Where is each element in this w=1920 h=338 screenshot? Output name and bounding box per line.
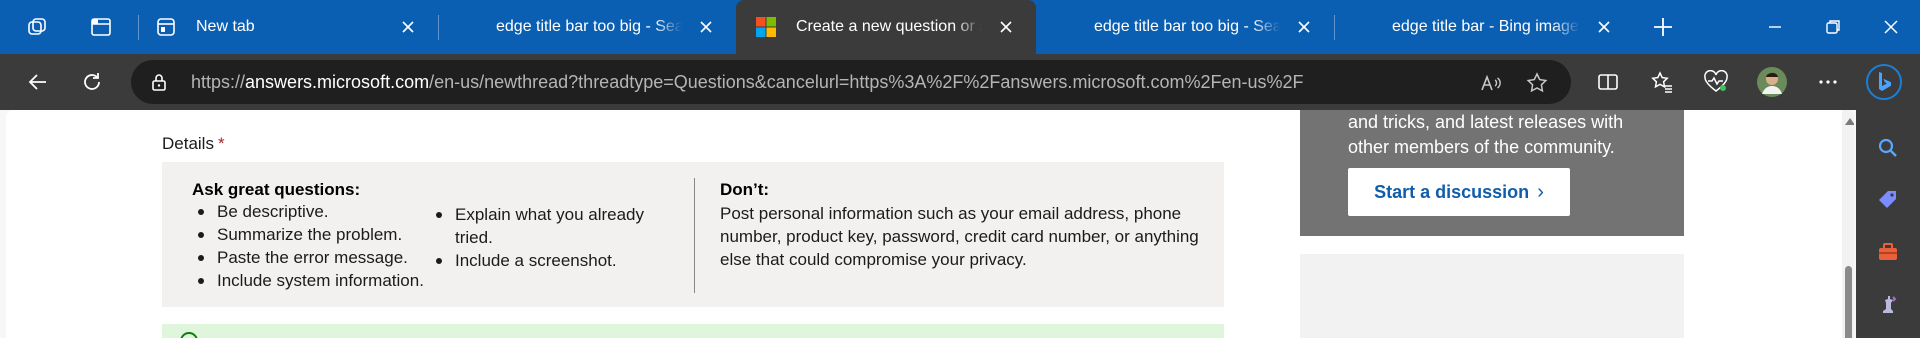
profile-avatar[interactable]: [1756, 66, 1788, 98]
tab-separator: [138, 15, 139, 40]
scroll-up-arrow-icon[interactable]: [1845, 118, 1854, 125]
microsoft-logo-icon: [756, 17, 776, 37]
tools-toolbox-icon[interactable]: [1876, 240, 1900, 264]
tab-search-1[interactable]: edge title bar too big - Search: [438, 0, 736, 54]
tab-search-2[interactable]: edge title bar too big - Search: [1036, 0, 1334, 54]
favorites-icon[interactable]: [1648, 68, 1676, 96]
ask-tips-heading: Ask great questions:: [192, 180, 361, 199]
restore-icon[interactable]: [1820, 14, 1846, 40]
address-bar[interactable]: https://answers.microsoft.com/en-us/newt…: [131, 60, 1571, 104]
url-host: answers.microsoft.com: [245, 72, 430, 92]
more-options-icon[interactable]: [1814, 68, 1842, 96]
tab-bing-images[interactable]: edge title bar - Bing images: [1334, 0, 1634, 54]
ask-tips-column: Ask great questions: Be descriptive. Sum…: [192, 180, 424, 292]
search-icon[interactable]: [1876, 136, 1900, 160]
tips-divider: [694, 178, 695, 293]
browser-essentials-icon[interactable]: [1702, 68, 1730, 96]
tab-title: edge title bar too big - Search: [1094, 18, 1280, 35]
minimize-icon[interactable]: [1762, 14, 1788, 40]
close-tab-icon[interactable]: [698, 19, 714, 35]
read-aloud-icon[interactable]: [1479, 71, 1503, 95]
ask-tips-column-2: Explain what you already tried. Include …: [430, 203, 670, 272]
split-screen-icon[interactable]: [1594, 68, 1622, 96]
url-path: /en-us/newthread?threadtype=Questions&ca…: [429, 72, 1304, 92]
tab-create-question[interactable]: Create a new question or start a discuss…: [736, 0, 1036, 54]
url-text[interactable]: https://answers.microsoft.com/en-us/newt…: [191, 72, 1304, 93]
list-item: Summarize the problem.: [192, 223, 424, 246]
tab-title: edge title bar - Bing images: [1392, 18, 1580, 35]
refresh-icon[interactable]: [78, 68, 106, 96]
shopping-tag-icon[interactable]: [1876, 188, 1900, 212]
details-label-text: Details: [162, 134, 214, 153]
sidebar-card: [1300, 254, 1684, 338]
list-item: Explain what you already tried.: [430, 203, 670, 249]
close-tab-icon[interactable]: [1296, 19, 1312, 35]
details-label: Details *: [162, 134, 225, 154]
start-discussion-button[interactable]: Start a discussion ›: [1348, 168, 1570, 216]
lock-icon[interactable]: [149, 72, 169, 92]
required-marker: *: [217, 134, 225, 153]
url-scheme: https://: [191, 72, 246, 92]
tab-title: New tab: [196, 18, 255, 35]
bing-icon: [1352, 17, 1372, 37]
tab-separator: [1334, 15, 1335, 40]
tab-new-tab[interactable]: New tab: [138, 0, 438, 54]
close-tab-icon[interactable]: [1596, 19, 1612, 35]
ask-tips-list-2: Explain what you already tried. Include …: [430, 203, 670, 272]
chevron-right-icon: ›: [1537, 180, 1544, 203]
close-tab-icon[interactable]: [998, 19, 1014, 35]
games-chess-icon[interactable]: [1876, 292, 1900, 316]
tab-title: edge title bar too big - Search: [496, 18, 682, 35]
bing-copilot-icon[interactable]: [1866, 64, 1902, 100]
list-item: Paste the error message.: [192, 246, 424, 269]
scrollbar-thumb[interactable]: [1845, 266, 1852, 338]
list-item: Include a screenshot.: [430, 249, 670, 272]
dont-tips-column: Don’t: Post personal information such as…: [720, 180, 1200, 271]
list-item: Be descriptive.: [192, 200, 424, 223]
start-discussion-label: Start a discussion: [1374, 181, 1530, 202]
edge-sidebar: [1856, 110, 1920, 338]
add-favorite-star-icon[interactable]: [1525, 71, 1549, 95]
tab-title: Create a new question or start a discuss…: [796, 18, 982, 35]
page-viewport: Details * Ask great questions: Be descrip…: [6, 110, 1854, 338]
close-window-icon[interactable]: [1878, 14, 1904, 40]
workspaces-icon[interactable]: [24, 14, 50, 40]
tab-actions-icon[interactable]: [88, 14, 114, 40]
close-tab-icon[interactable]: [400, 19, 416, 35]
promo-text: and tricks, and latest releases with oth…: [1348, 112, 1624, 157]
dont-heading: Don’t:: [720, 180, 770, 199]
community-promo-card: and tricks, and latest releases with oth…: [1300, 110, 1684, 236]
question-tips-box: Ask great questions: Be descriptive. Sum…: [162, 162, 1224, 307]
new-tab-icon: [156, 17, 176, 37]
back-arrow-icon[interactable]: [24, 68, 52, 96]
new-tab-button[interactable]: [1650, 14, 1676, 40]
list-item: Include system information.: [192, 269, 424, 292]
check-circle-icon: [180, 332, 198, 338]
tab-strip: New tab edge title bar too big - Search …: [0, 0, 1920, 54]
vertical-scrollbar[interactable]: [1842, 110, 1854, 338]
tab-separator: [438, 15, 439, 40]
dont-text: Post personal information such as your e…: [720, 204, 1199, 269]
info-banner: [162, 324, 1224, 338]
ask-tips-list: Be descriptive. Summarize the problem. P…: [192, 200, 424, 292]
bing-icon: [456, 17, 476, 37]
bing-icon: [1054, 17, 1074, 37]
